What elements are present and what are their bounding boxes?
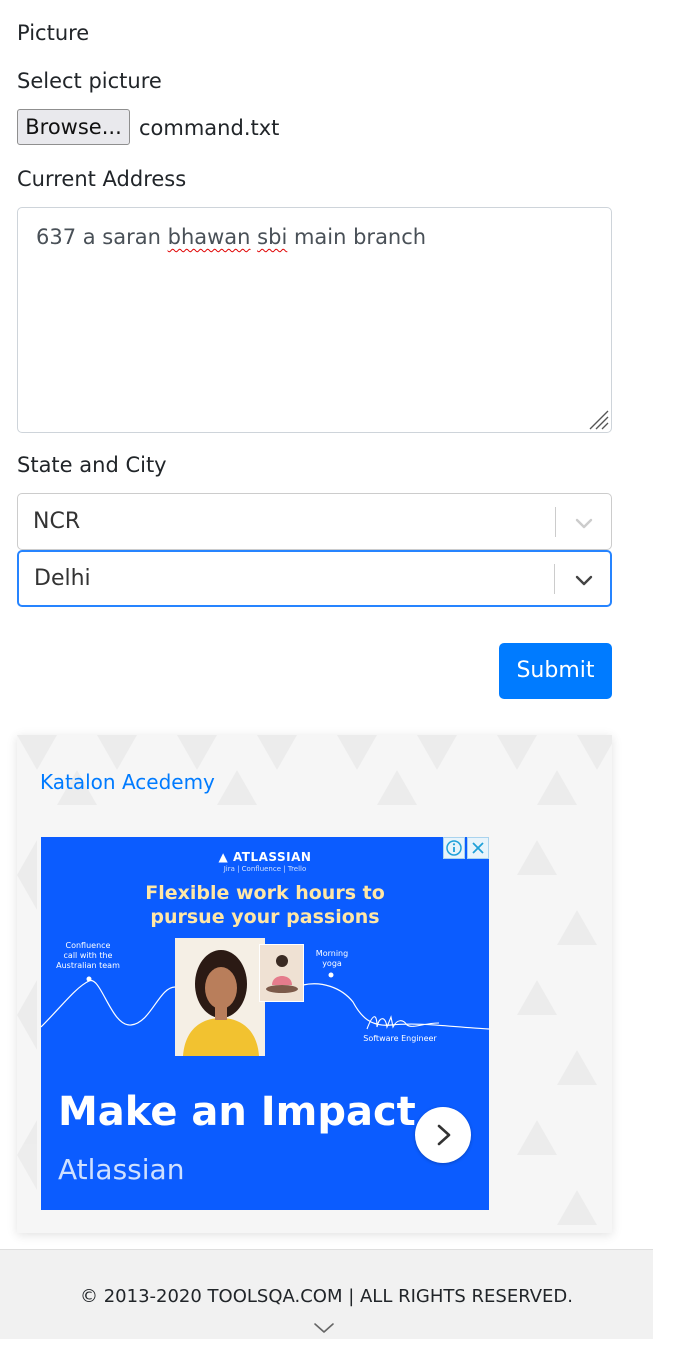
ad-note-line: yoga — [322, 959, 342, 968]
chevron-down-icon[interactable] — [573, 569, 595, 591]
yoga-illustration — [260, 945, 303, 1001]
browse-button[interactable]: Browse... — [17, 109, 130, 145]
ad-open-button[interactable] — [415, 1107, 471, 1163]
footer-copyright: © 2013-2020 TOOLSQA.COM | ALL RIGHTS RES… — [79, 1286, 573, 1307]
state-select-value: NCR — [33, 509, 81, 534]
state-city-label: State and City — [17, 453, 167, 477]
ad-banner[interactable]: ▲ ATLASSIAN Jira | Confluence | Trello F… — [41, 837, 489, 1210]
resize-grip-icon[interactable] — [587, 408, 609, 430]
ad-link-katalon[interactable]: Katalon Acedemy — [40, 769, 215, 795]
signature-icon — [366, 1015, 440, 1030]
ad-note-line: call with the — [63, 951, 113, 960]
ad-signature-role: Software Engineer — [363, 1034, 437, 1043]
state-select[interactable]: NCR — [17, 493, 612, 550]
city-select[interactable]: Delhi — [17, 550, 612, 607]
current-address-value: 637 a saran bhawan sbi main branch — [36, 223, 426, 251]
city-select-value: Delhi — [34, 566, 91, 591]
atlassian-logo: ▲ ATLASSIAN — [218, 850, 312, 864]
ad-close-button[interactable] — [467, 837, 489, 859]
person-illustration — [175, 938, 265, 1056]
yoga-photo — [259, 944, 304, 1002]
address-text-part: main branch — [287, 225, 427, 249]
ad-title[interactable]: Make an Impact — [58, 1089, 416, 1135]
select-separator — [554, 564, 555, 594]
address-text-part: 637 a saran — [36, 225, 168, 249]
ad-headline: Flexible work hours to pursue your passi… — [41, 881, 489, 929]
ad-note-right: Morning yoga — [309, 949, 355, 969]
current-address-textarea[interactable]: 637 a saran bhawan sbi main branch — [17, 207, 612, 433]
footer: © 2013-2020 TOOLSQA.COM | ALL RIGHTS RES… — [0, 1249, 653, 1339]
ad-note-line: Morning — [315, 949, 349, 958]
selected-file-name: command.txt — [139, 116, 280, 140]
ad-headline-line: pursue your passions — [150, 906, 380, 928]
ad-headline-line: Flexible work hours to — [145, 882, 385, 904]
picture-section-label: Picture — [17, 21, 90, 45]
ad-info-icon[interactable] — [443, 837, 465, 859]
submit-button[interactable]: Submit — [499, 643, 612, 699]
address-misspelled-word: bhawan — [167, 225, 251, 249]
ad-note-left: Confluence call with the Australian team — [51, 941, 125, 971]
chevron-down-icon[interactable] — [313, 1322, 335, 1334]
ad-card: Katalon Acedemy ▲ ATLASSIAN Jira | Confl… — [17, 735, 612, 1233]
info-icon — [446, 840, 462, 856]
select-separator — [555, 507, 556, 537]
chevron-down-icon[interactable] — [573, 512, 595, 534]
ad-products: Jira | Confluence | Trello — [223, 865, 307, 873]
current-address-label: Current Address — [17, 167, 187, 191]
ad-note-line: Australian team — [56, 961, 120, 970]
person-photo — [175, 938, 265, 1056]
ad-company[interactable]: Atlassian — [58, 1153, 184, 1187]
address-misspelled-word: sbi — [257, 225, 288, 249]
close-icon — [472, 842, 484, 854]
select-picture-label: Select picture — [17, 69, 162, 93]
ad-note-line: Confluence — [65, 941, 111, 950]
chevron-right-icon — [437, 1124, 451, 1146]
